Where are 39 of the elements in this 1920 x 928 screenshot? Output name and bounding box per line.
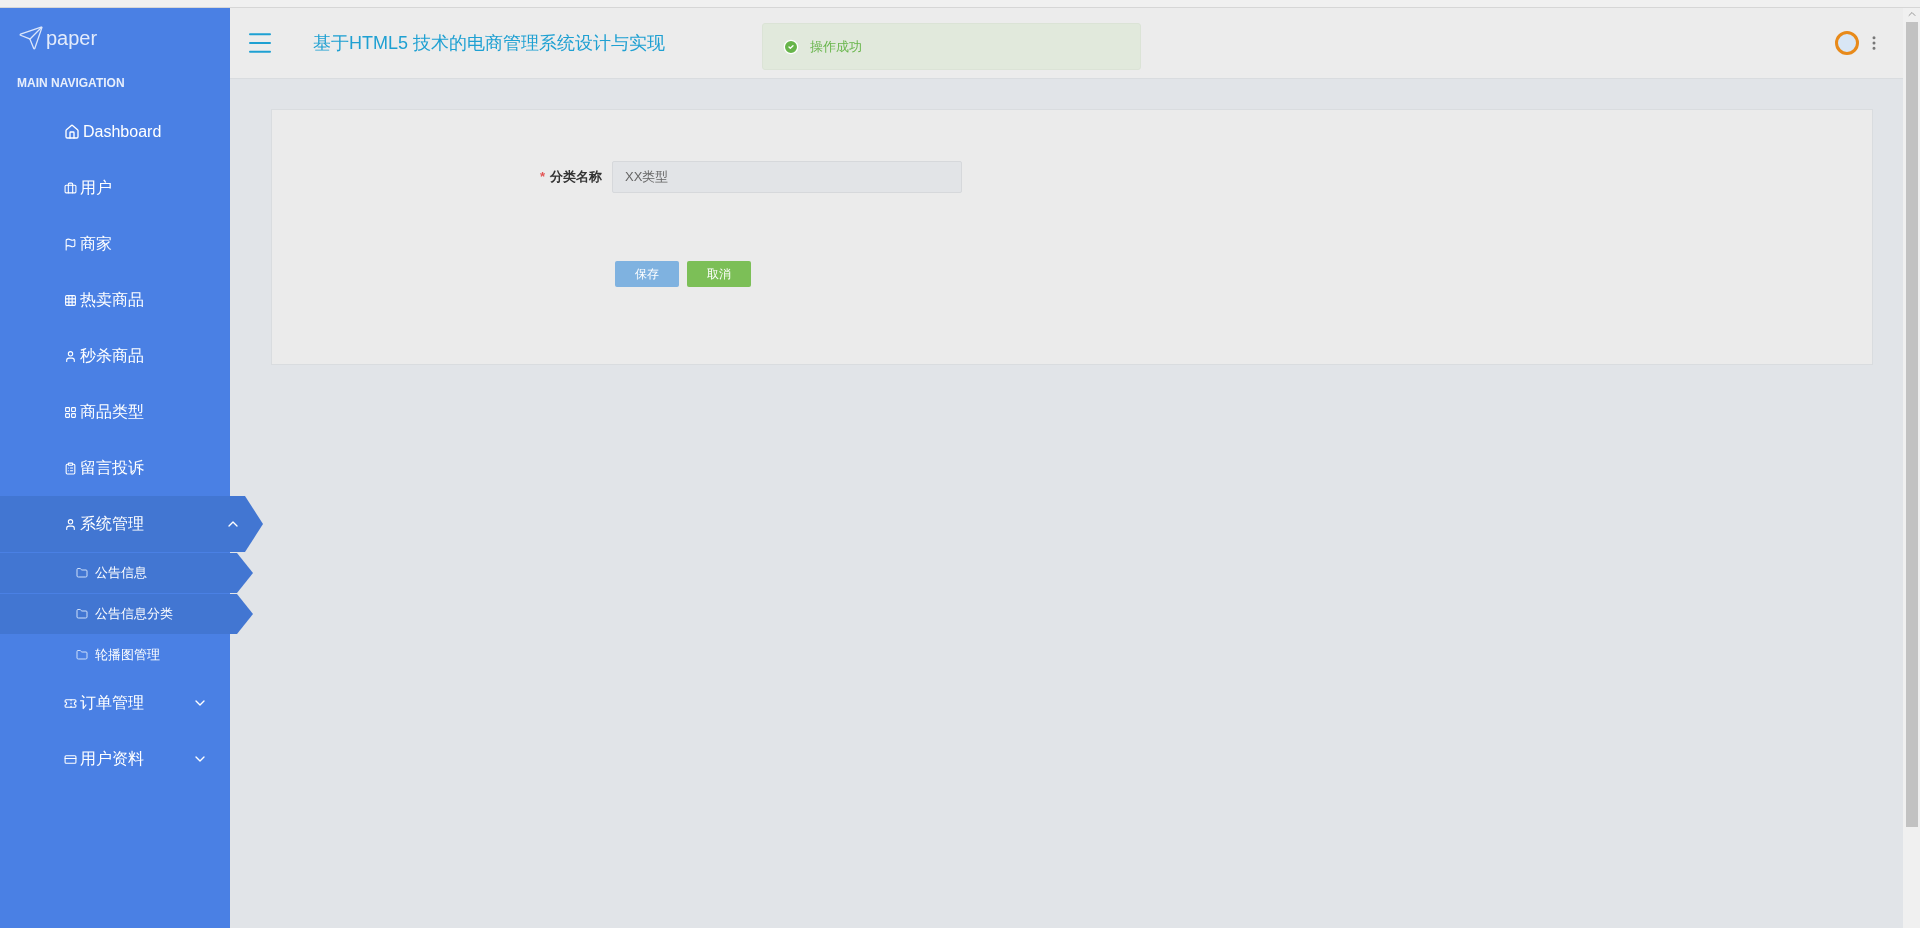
- home-icon: [64, 124, 80, 140]
- scrollbar[interactable]: [1903, 8, 1920, 928]
- sidebar-item[interactable]: Dashboard: [0, 104, 230, 160]
- sidebar-item[interactable]: 商家: [0, 216, 230, 272]
- folder-icon: [76, 608, 88, 620]
- sidebar-subitem[interactable]: 轮播图管理: [0, 635, 230, 675]
- input-field[interactable]: XX类型: [612, 161, 962, 193]
- paper-plane-icon: [18, 25, 44, 51]
- folder-icon: [76, 567, 88, 579]
- folder-icon: [76, 649, 88, 661]
- page-title: 基于HTML5 技术的电商管理系统设计与实现: [313, 32, 665, 55]
- card-icon: [64, 752, 77, 766]
- check-circle-icon: [783, 38, 799, 55]
- sidebar-item[interactable]: 秒杀商品: [0, 328, 230, 384]
- toast-message: 操作成功: [810, 37, 862, 56]
- avatar[interactable]: [1835, 31, 1859, 55]
- save-button[interactable]: 保存: [615, 261, 679, 287]
- grid-icon: [64, 405, 77, 419]
- sidebar-subitem[interactable]: 公告信息: [0, 553, 253, 593]
- sidebar-subitem[interactable]: 公告信息分类: [0, 594, 253, 634]
- sidebar-item[interactable]: 订单管理: [0, 675, 230, 731]
- sidebar-item[interactable]: 留言投诉: [0, 440, 230, 496]
- clipboard-icon: [64, 461, 77, 475]
- field-label: * 分类名称: [538, 168, 602, 186]
- briefcase-icon: [64, 181, 77, 195]
- logo-text: paper: [46, 26, 98, 50]
- flag-icon: [64, 237, 77, 251]
- sidebar-item[interactable]: 用户: [0, 160, 230, 216]
- cancel-button[interactable]: 取消: [687, 261, 751, 287]
- sidebar-item[interactable]: 热卖商品: [0, 272, 230, 328]
- user-icon: [64, 517, 77, 531]
- scrollbar-thumb[interactable]: [1905, 22, 1918, 827]
- sidebar-item[interactable]: 用户资料: [0, 731, 230, 787]
- section-title: MAIN NAVIGATION: [16, 75, 126, 92]
- grid-icon: [64, 293, 77, 307]
- user-icon: [64, 349, 77, 363]
- sidebar-item[interactable]: 系统管理: [0, 496, 263, 552]
- sidebar-item[interactable]: 商品类型: [0, 384, 230, 440]
- ticket-icon: [64, 696, 77, 710]
